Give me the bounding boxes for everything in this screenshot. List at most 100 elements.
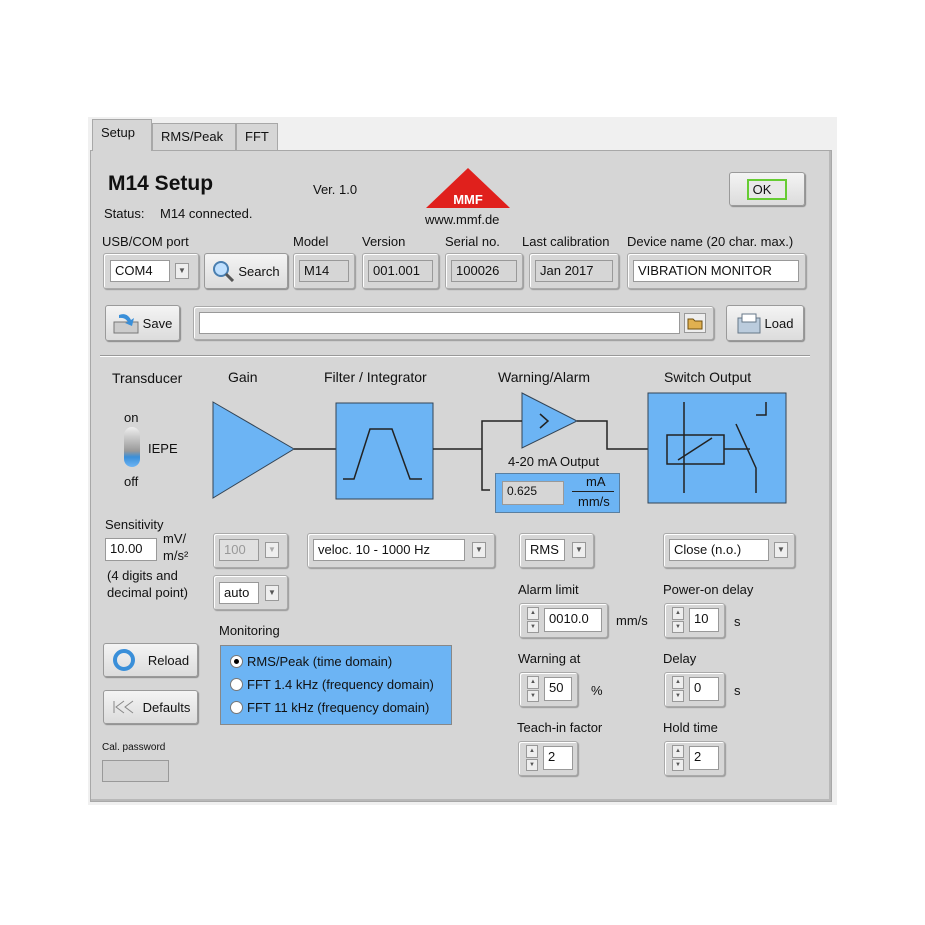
output-unit-bottom: mm/s bbox=[578, 494, 610, 509]
warning-alarm-label: Warning/Alarm bbox=[498, 369, 591, 385]
radio-rms-peak[interactable]: RMS/Peak (time domain) bbox=[230, 650, 434, 673]
delay-stepper[interactable]: ▲ ▼ bbox=[672, 676, 684, 702]
save-button[interactable]: Save bbox=[105, 305, 180, 341]
model-label: Model bbox=[293, 234, 329, 249]
alarm-limit-stepper[interactable]: ▲ ▼ bbox=[527, 607, 539, 633]
iepe-label: IEPE bbox=[148, 441, 178, 456]
device-name-input[interactable]: VIBRATION MONITOR bbox=[633, 260, 799, 282]
version-value: 001.001 bbox=[368, 260, 433, 282]
sensitivity-note: (4 digits and bbox=[107, 568, 178, 583]
reload-label: Reload bbox=[147, 652, 190, 668]
teach-in-input[interactable]: 2 bbox=[543, 746, 573, 770]
warning-unit: % bbox=[591, 683, 603, 698]
radio-fft-1-4khz[interactable]: FFT 1.4 kHz (frequency domain) bbox=[230, 673, 434, 696]
radio-icon bbox=[230, 701, 243, 714]
tab-rms-peak[interactable]: RMS/Peak bbox=[152, 123, 236, 150]
chevron-down-icon[interactable]: ▼ bbox=[175, 263, 189, 279]
radio-icon bbox=[230, 678, 243, 691]
output-title: 4-20 mA Output bbox=[508, 454, 600, 469]
teach-in-label: Teach-in factor bbox=[517, 720, 603, 735]
chevron-down-icon[interactable]: ▼ bbox=[774, 542, 788, 558]
monitoring-label: Monitoring bbox=[219, 623, 280, 638]
alarm-limit-input[interactable]: 0010.0 bbox=[544, 608, 602, 632]
model-value: M14 bbox=[299, 260, 349, 282]
teach-in-stepper[interactable]: ▲ ▼ bbox=[526, 745, 538, 771]
status-label: Status: bbox=[104, 206, 145, 221]
chevron-down-icon[interactable]: ▼ bbox=[472, 542, 486, 558]
password-input[interactable] bbox=[102, 760, 169, 782]
version-label: Ver. 1.0 bbox=[313, 182, 358, 197]
warning-stepper[interactable]: ▲ ▼ bbox=[527, 676, 539, 702]
power-on-delay-input[interactable]: 10 bbox=[689, 608, 719, 632]
gain-label: Gain bbox=[228, 369, 258, 385]
filter-select[interactable]: veloc. 10 - 1000 Hz bbox=[313, 539, 465, 561]
ok-label: OK bbox=[746, 178, 788, 200]
filter-label: Filter / Integrator bbox=[324, 369, 427, 385]
refresh-icon bbox=[112, 649, 135, 671]
version-field-label: Version bbox=[362, 234, 406, 249]
switch-mode-select[interactable]: Close (n.o.) bbox=[669, 539, 769, 561]
gain-amplifier-icon bbox=[212, 401, 295, 499]
hold-time-input[interactable]: 2 bbox=[689, 746, 719, 770]
status-value: M14 connected. bbox=[160, 206, 253, 221]
alarm-limit-label: Alarm limit bbox=[518, 582, 579, 597]
hold-time-label: Hold time bbox=[663, 720, 718, 735]
load-button[interactable]: Load bbox=[726, 305, 804, 341]
detector-select[interactable]: RMS bbox=[525, 539, 565, 561]
toggle-on-label: on bbox=[124, 410, 139, 425]
warning-input[interactable]: 50 bbox=[544, 677, 572, 701]
save-icon bbox=[113, 314, 139, 334]
device-name-label: Device name (20 char. max.) bbox=[627, 234, 794, 249]
serial-value: 100026 bbox=[451, 260, 517, 282]
power-on-delay-label: Power-on delay bbox=[663, 582, 754, 597]
delay-label: Delay bbox=[663, 651, 697, 666]
svg-text:MMF: MMF bbox=[453, 192, 483, 207]
iepe-toggle[interactable] bbox=[124, 427, 140, 467]
website-label: www.mmf.de bbox=[425, 212, 500, 227]
radio-label: FFT 1.4 kHz (frequency domain) bbox=[247, 677, 434, 692]
bandpass-filter-icon bbox=[335, 402, 434, 500]
folder-icon[interactable] bbox=[684, 313, 706, 333]
warning-at-label: Warning at bbox=[518, 651, 581, 666]
alarm-limit-unit: mm/s bbox=[616, 613, 648, 628]
fraction-line bbox=[572, 491, 614, 492]
rewind-icon bbox=[113, 700, 133, 714]
tab-setup[interactable]: Setup bbox=[92, 119, 152, 151]
defaults-button[interactable]: Defaults bbox=[103, 690, 198, 724]
defaults-label: Defaults bbox=[142, 699, 191, 715]
chevron-down-icon[interactable]: ▼ bbox=[265, 542, 279, 558]
switch-output-label: Switch Output bbox=[664, 369, 752, 385]
serial-label: Serial no. bbox=[445, 234, 500, 249]
chevron-down-icon[interactable]: ▼ bbox=[572, 542, 586, 558]
chevron-down-icon[interactable]: ▼ bbox=[265, 585, 279, 601]
hold-time-stepper[interactable]: ▲ ▼ bbox=[672, 745, 684, 771]
transducer-label: Transducer bbox=[112, 370, 183, 386]
password-label: Cal. password bbox=[102, 742, 166, 753]
file-path-input[interactable] bbox=[199, 312, 680, 334]
delay-input[interactable]: 0 bbox=[689, 677, 719, 701]
radio-icon bbox=[230, 655, 243, 668]
output-value: 0.625 bbox=[502, 481, 564, 505]
reload-button[interactable]: Reload bbox=[103, 643, 198, 677]
sensitivity-input[interactable]: 10.00 bbox=[105, 538, 157, 561]
calibration-value: Jan 2017 bbox=[535, 260, 613, 282]
toggle-off-label: off bbox=[124, 474, 139, 489]
monitoring-options: RMS/Peak (time domain) FFT 1.4 kHz (freq… bbox=[230, 650, 434, 719]
mmf-logo: MMF bbox=[426, 168, 510, 208]
power-on-delay-unit: s bbox=[734, 614, 741, 629]
gain-mode-select[interactable]: auto bbox=[219, 582, 259, 604]
sensitivity-unit-bottom: m/s² bbox=[163, 548, 189, 563]
port-select[interactable]: COM4 bbox=[110, 260, 170, 282]
radio-fft-11khz[interactable]: FFT 11 kHz (frequency domain) bbox=[230, 696, 434, 719]
divider bbox=[100, 355, 810, 357]
power-on-delay-stepper[interactable]: ▲ ▼ bbox=[672, 607, 684, 633]
page-title: M14 Setup bbox=[108, 172, 214, 195]
comparator-icon bbox=[521, 392, 579, 449]
save-label: Save bbox=[142, 315, 173, 331]
gain-select[interactable]: 100 bbox=[219, 539, 259, 561]
search-button[interactable]: Search bbox=[204, 253, 288, 289]
sensitivity-note-2: decimal point) bbox=[107, 585, 188, 600]
sensitivity-label: Sensitivity bbox=[105, 517, 164, 532]
tab-fft[interactable]: FFT bbox=[236, 123, 278, 150]
ok-button[interactable]: OK bbox=[729, 172, 805, 206]
